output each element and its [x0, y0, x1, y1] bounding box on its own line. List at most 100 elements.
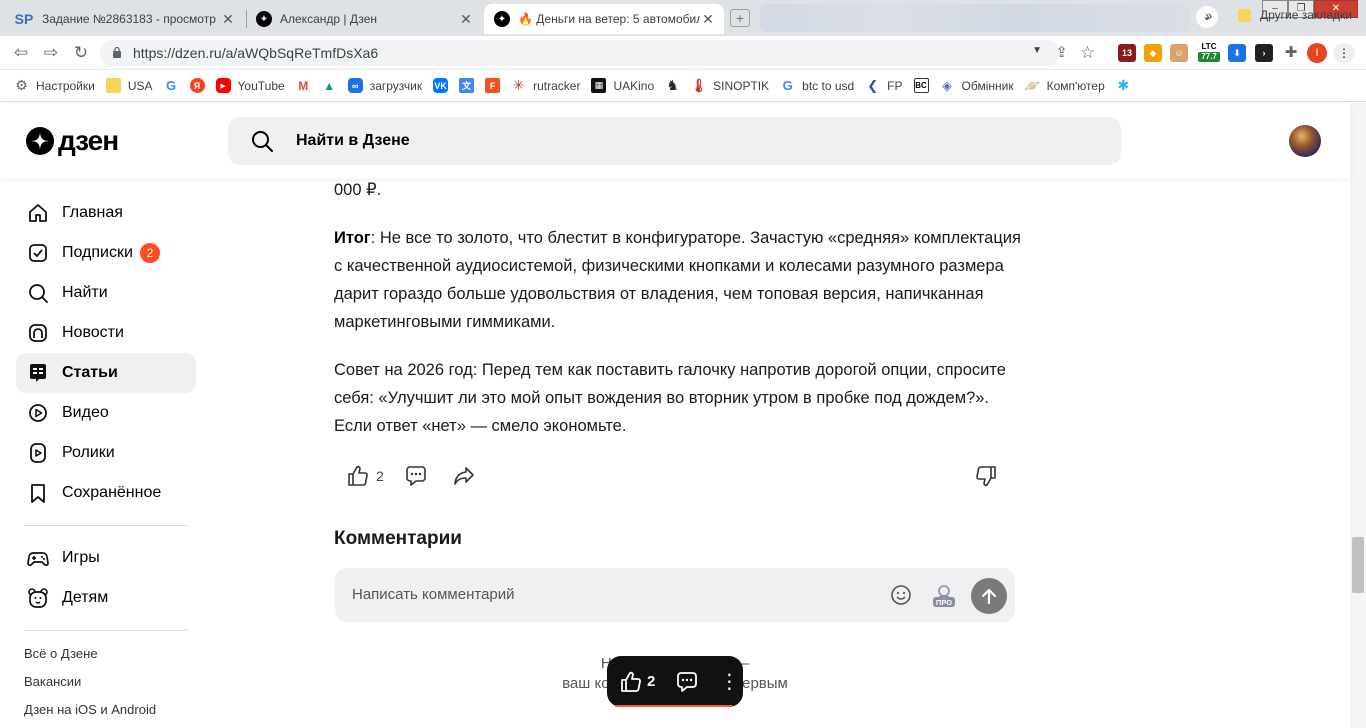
summary-label: Итог — [334, 229, 371, 247]
bookmark-drive[interactable]: ▲ — [322, 78, 337, 93]
tab-title: 🔥 Деньги на ветер: 5 автомобиль… — [518, 12, 700, 26]
close-icon[interactable]: ✕ — [220, 11, 236, 28]
other-bookmarks[interactable]: Другие закладки — [1238, 8, 1352, 22]
bookmark-f[interactable]: F — [485, 78, 501, 93]
video-icon — [26, 401, 50, 425]
sp-icon: SP — [14, 11, 34, 27]
dislike-button[interactable] — [974, 458, 998, 494]
like-count: 2 — [376, 468, 384, 484]
browser-tab-2[interactable]: ✦ Александр | Дзен ✕ — [246, 4, 482, 34]
forward-button[interactable]: ⇨ — [40, 43, 62, 63]
bookmark-btc[interactable]: Gbtc to usd — [780, 78, 855, 93]
bookmark-sinoptik[interactable]: 🌡 SINOPTIK — [690, 77, 769, 93]
pro-icon[interactable]: ПРО — [931, 582, 957, 608]
bookmark-translate[interactable]: 文 — [459, 78, 475, 93]
url-text[interactable]: https://dzen.ru/a/aWQbSqReTmfDsXa6 — [133, 45, 378, 61]
extension-counter-icon[interactable]: 13 — [1118, 44, 1136, 62]
sidebar-item-news[interactable]: Новости — [16, 313, 196, 353]
sidebar-item-search[interactable]: Найти — [16, 273, 196, 313]
bookmark-exchanger[interactable]: ◈ Обмінник — [940, 78, 1014, 93]
bookmark-settings[interactable]: ⚙ Настройки — [14, 77, 95, 93]
planet-icon: 🪐 — [1024, 77, 1041, 93]
extension-face-icon[interactable]: ☺ — [1170, 44, 1188, 62]
browser-menu-icon[interactable]: ⋮ — [1333, 43, 1355, 63]
download-icon[interactable]: ⬇ — [1228, 44, 1246, 62]
sidebar-item-kids[interactable]: Детям — [16, 578, 196, 618]
bookmark-gmail[interactable]: M — [296, 78, 311, 93]
f-icon: F — [485, 78, 501, 93]
send-comment-button[interactable] — [971, 578, 1007, 614]
news-icon — [26, 321, 50, 345]
bookmark-chess[interactable]: ♞ — [665, 77, 680, 93]
footer-link-apps[interactable]: Дзен на iOS и Android — [24, 702, 156, 717]
footer-link-jobs[interactable]: Вакансии — [24, 674, 81, 689]
search-input[interactable]: Найти в Дзене — [228, 117, 1121, 165]
omnibox[interactable]: https://dzen.ru/a/aWQbSqReTmfDsXa6 ▼ ⇪ — [100, 40, 1068, 66]
puzzle-icon[interactable]: ✚ — [1282, 44, 1300, 62]
comment-icon — [406, 466, 426, 486]
extension-shield-icon[interactable]: ◆ — [1144, 44, 1162, 62]
lock-icon[interactable] — [112, 46, 122, 58]
sidebar-divider — [24, 525, 188, 526]
bookmark-fp[interactable]: ❮ FP — [865, 78, 902, 93]
close-icon[interactable]: ✕ — [700, 11, 716, 28]
page-scrollbar[interactable] — [1350, 103, 1366, 728]
comment-placeholder: Написать комментарий — [352, 586, 515, 603]
comment-input[interactable]: Написать комментарий ПРО — [335, 568, 1015, 622]
sidebar-item-saved[interactable]: Сохранённое — [16, 473, 196, 513]
back-button[interactable]: ⇦ — [10, 43, 32, 63]
dropdown-icon[interactable]: ▼ — [1032, 45, 1042, 56]
bookmark-youtube[interactable]: ▶ YouTube — [215, 78, 285, 93]
bookmark-google[interactable]: G — [164, 78, 179, 93]
reload-button[interactable]: ↻ — [70, 43, 92, 63]
terminal-extension-icon[interactable]: › — [1255, 44, 1273, 62]
emoji-icon[interactable] — [890, 584, 912, 606]
bookmark-star-icon[interactable]: ☆ — [1080, 43, 1095, 63]
floating-like-button[interactable]: 2 — [619, 670, 655, 694]
sidebar-item-games[interactable]: Игры — [16, 538, 196, 578]
share-button[interactable] — [452, 458, 476, 494]
sidebar-item-subscriptions[interactable]: Подписки 2 — [16, 233, 196, 273]
bookmark-rutracker[interactable]: ✳ rutracker — [511, 77, 581, 93]
bookmark-asterisk[interactable]: ✱ — [1116, 77, 1131, 93]
share-icon[interactable]: ⇪ — [1055, 43, 1068, 61]
browser-tab-active[interactable]: ✦ 🔥 Деньги на ветер: 5 автомобиль… ✕ — [484, 4, 724, 34]
bookmarks-overflow-button[interactable]: » — [1205, 8, 1212, 23]
logo-text: дзен — [58, 125, 119, 156]
ltc-extension-icon[interactable]: LTC 77.7 — [1198, 42, 1220, 66]
bookmark-yandex[interactable]: Я — [189, 78, 205, 93]
footer-link-about[interactable]: Всё о Дзене — [24, 646, 98, 661]
bookmark-vk[interactable]: VK — [433, 78, 449, 93]
dzen-logo[interactable]: дзен — [26, 125, 119, 156]
bookmark-usa[interactable]: USA — [105, 78, 153, 93]
bookmark-computer[interactable]: 🪐 Комп'ютер — [1024, 77, 1105, 93]
new-tab-button[interactable]: + — [730, 9, 750, 27]
comment-button[interactable] — [404, 458, 428, 494]
profile-avatar[interactable]: I — [1307, 43, 1327, 63]
bookmark-bc[interactable]: BC — [913, 78, 929, 93]
sidebar-item-video[interactable]: Видео — [16, 393, 196, 433]
floating-comment-button[interactable] — [675, 670, 699, 694]
user-avatar[interactable] — [1289, 125, 1321, 157]
folder-icon — [105, 78, 121, 93]
like-button[interactable]: 2 — [346, 458, 384, 494]
bc-icon: BC — [913, 78, 929, 93]
bookmark-loader[interactable]: ∞ загрузчик — [347, 78, 422, 93]
bookmark-uakino[interactable]: ▦ UAKino — [591, 78, 654, 93]
sidebar-item-articles[interactable]: Статьи — [16, 353, 196, 393]
sidebar-item-home[interactable]: Главная — [16, 193, 196, 233]
home-icon — [26, 201, 50, 225]
folder-icon — [1238, 8, 1251, 22]
blurred-tabs — [760, 4, 1190, 32]
bookmark-label: btc to usd — [802, 78, 855, 93]
more-options-icon[interactable]: ⋮ — [719, 672, 739, 692]
browser-tab-1[interactable]: SP Задание №2863183 - просмотр з… ✕ — [4, 4, 244, 34]
vk-icon: VK — [433, 78, 449, 93]
sidebar-item-label: Найти — [62, 284, 108, 301]
browser-tab-bar: SP Задание №2863183 - просмотр з… ✕ ✦ Ал… — [0, 0, 1366, 36]
thermometer-icon: 🌡 — [690, 77, 707, 93]
close-icon[interactable]: ✕ — [458, 11, 474, 28]
sidebar-item-shorts[interactable]: Ролики — [16, 433, 196, 473]
scrollbar-thumb[interactable] — [1352, 537, 1364, 593]
sidebar-divider — [24, 630, 188, 631]
